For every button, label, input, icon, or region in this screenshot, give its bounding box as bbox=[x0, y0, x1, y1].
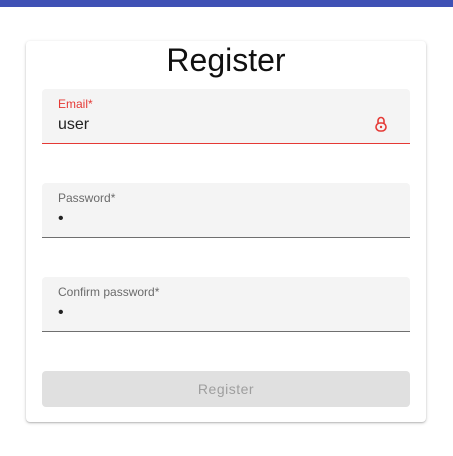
confirm-password-value[interactable]: • bbox=[58, 303, 64, 323]
confirm-password-label: Confirm password* bbox=[58, 285, 160, 299]
register-card: Register Email* user Password* • Confirm… bbox=[26, 41, 426, 422]
email-value[interactable]: user bbox=[58, 115, 89, 135]
password-value[interactable]: • bbox=[58, 209, 64, 229]
email-field[interactable]: Email* user bbox=[42, 89, 410, 144]
page-title: Register bbox=[166, 42, 286, 78]
email-label: Email* bbox=[58, 97, 93, 111]
error-lock-icon bbox=[375, 116, 387, 132]
app-bar bbox=[0, 0, 453, 7]
confirm-password-field[interactable]: Confirm password* • bbox=[42, 277, 410, 332]
password-label: Password* bbox=[58, 191, 116, 205]
register-button[interactable]: Register bbox=[42, 371, 410, 407]
password-field[interactable]: Password* • bbox=[42, 183, 410, 238]
